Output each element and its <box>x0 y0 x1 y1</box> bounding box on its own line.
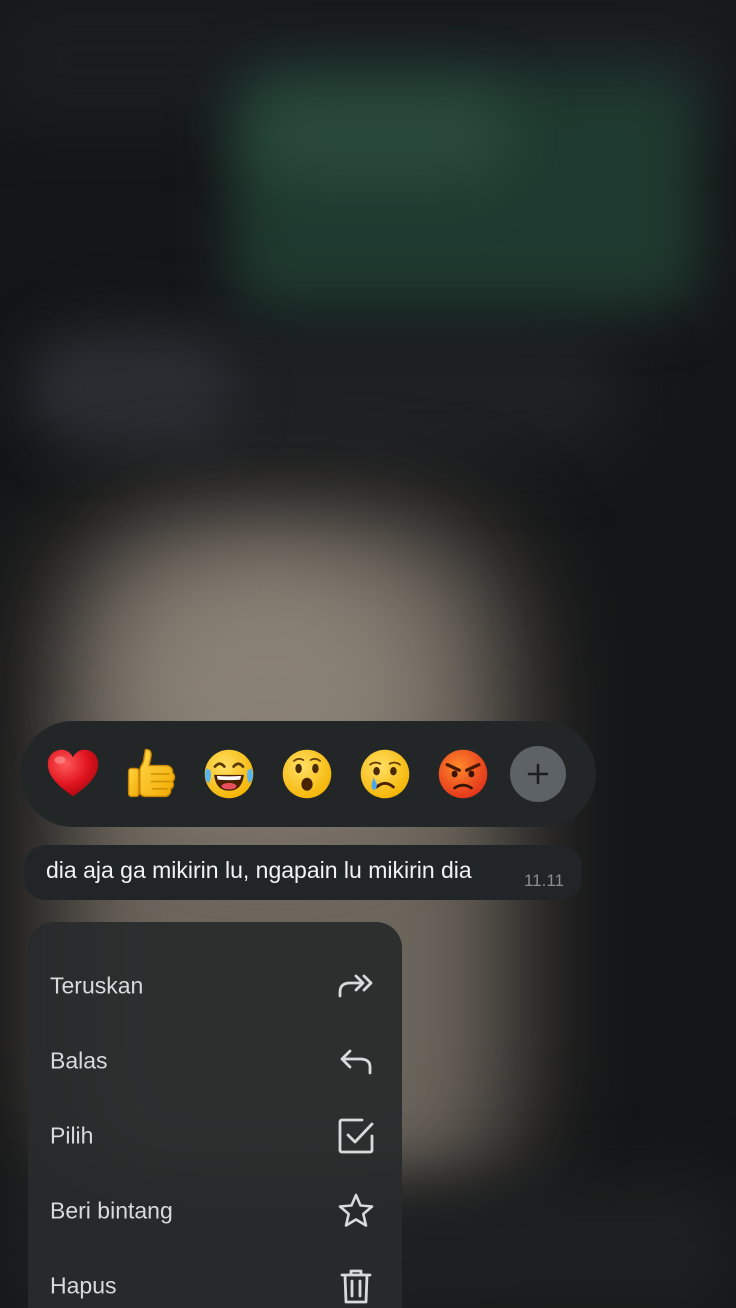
star-icon <box>336 1191 376 1231</box>
menu-item-label: Beri bintang <box>50 1197 173 1223</box>
menu-item-label: Teruskan <box>50 972 144 998</box>
message-context-menu: Teruskan Balas Pilih Beri bintang Hapus <box>28 922 402 1308</box>
menu-item-forward[interactable]: Teruskan <box>28 948 402 1023</box>
menu-item-star[interactable]: Beri bintang <box>28 1173 402 1248</box>
menu-item-label: Balas <box>50 1047 108 1073</box>
reaction-crying[interactable] <box>354 743 416 805</box>
reaction-heart[interactable] <box>42 743 104 805</box>
blurred-sent-message-highlight <box>250 90 510 180</box>
message-time: 11.11 <box>523 871 564 890</box>
trash-icon <box>336 1266 376 1306</box>
laughing-face-icon <box>204 749 254 799</box>
heart-icon <box>47 749 99 797</box>
menu-item-label: Pilih <box>50 1122 94 1148</box>
surprised-face-icon <box>282 749 332 799</box>
crying-face-icon <box>360 749 410 799</box>
more-reactions-button[interactable] <box>510 746 566 802</box>
blurred-received-message <box>30 340 230 440</box>
message-text: dia aja ga mikirin lu, ngapain lu mikiri… <box>46 857 472 883</box>
reaction-bar <box>20 721 596 827</box>
menu-item-reply[interactable]: Balas <box>28 1023 402 1098</box>
reaction-laughing[interactable] <box>198 743 260 805</box>
reaction-thumbs-up[interactable] <box>120 743 182 805</box>
reply-icon <box>336 1041 376 1081</box>
plus-icon <box>527 763 549 785</box>
menu-item-delete[interactable]: Hapus <box>28 1248 402 1308</box>
reaction-angry[interactable] <box>432 743 494 805</box>
reaction-surprised[interactable] <box>276 743 338 805</box>
angry-face-icon <box>438 749 488 799</box>
chat-screen: dia aja ga mikirin lu, ngapain lu mikiri… <box>0 0 736 1308</box>
message-bubble[interactable]: dia aja ga mikirin lu, ngapain lu mikiri… <box>24 845 582 900</box>
forward-icon <box>336 966 376 1006</box>
thumbs-up-icon <box>127 748 176 798</box>
checkbox-icon <box>336 1116 376 1156</box>
menu-item-select[interactable]: Pilih <box>28 1098 402 1173</box>
menu-item-label: Hapus <box>50 1272 117 1298</box>
